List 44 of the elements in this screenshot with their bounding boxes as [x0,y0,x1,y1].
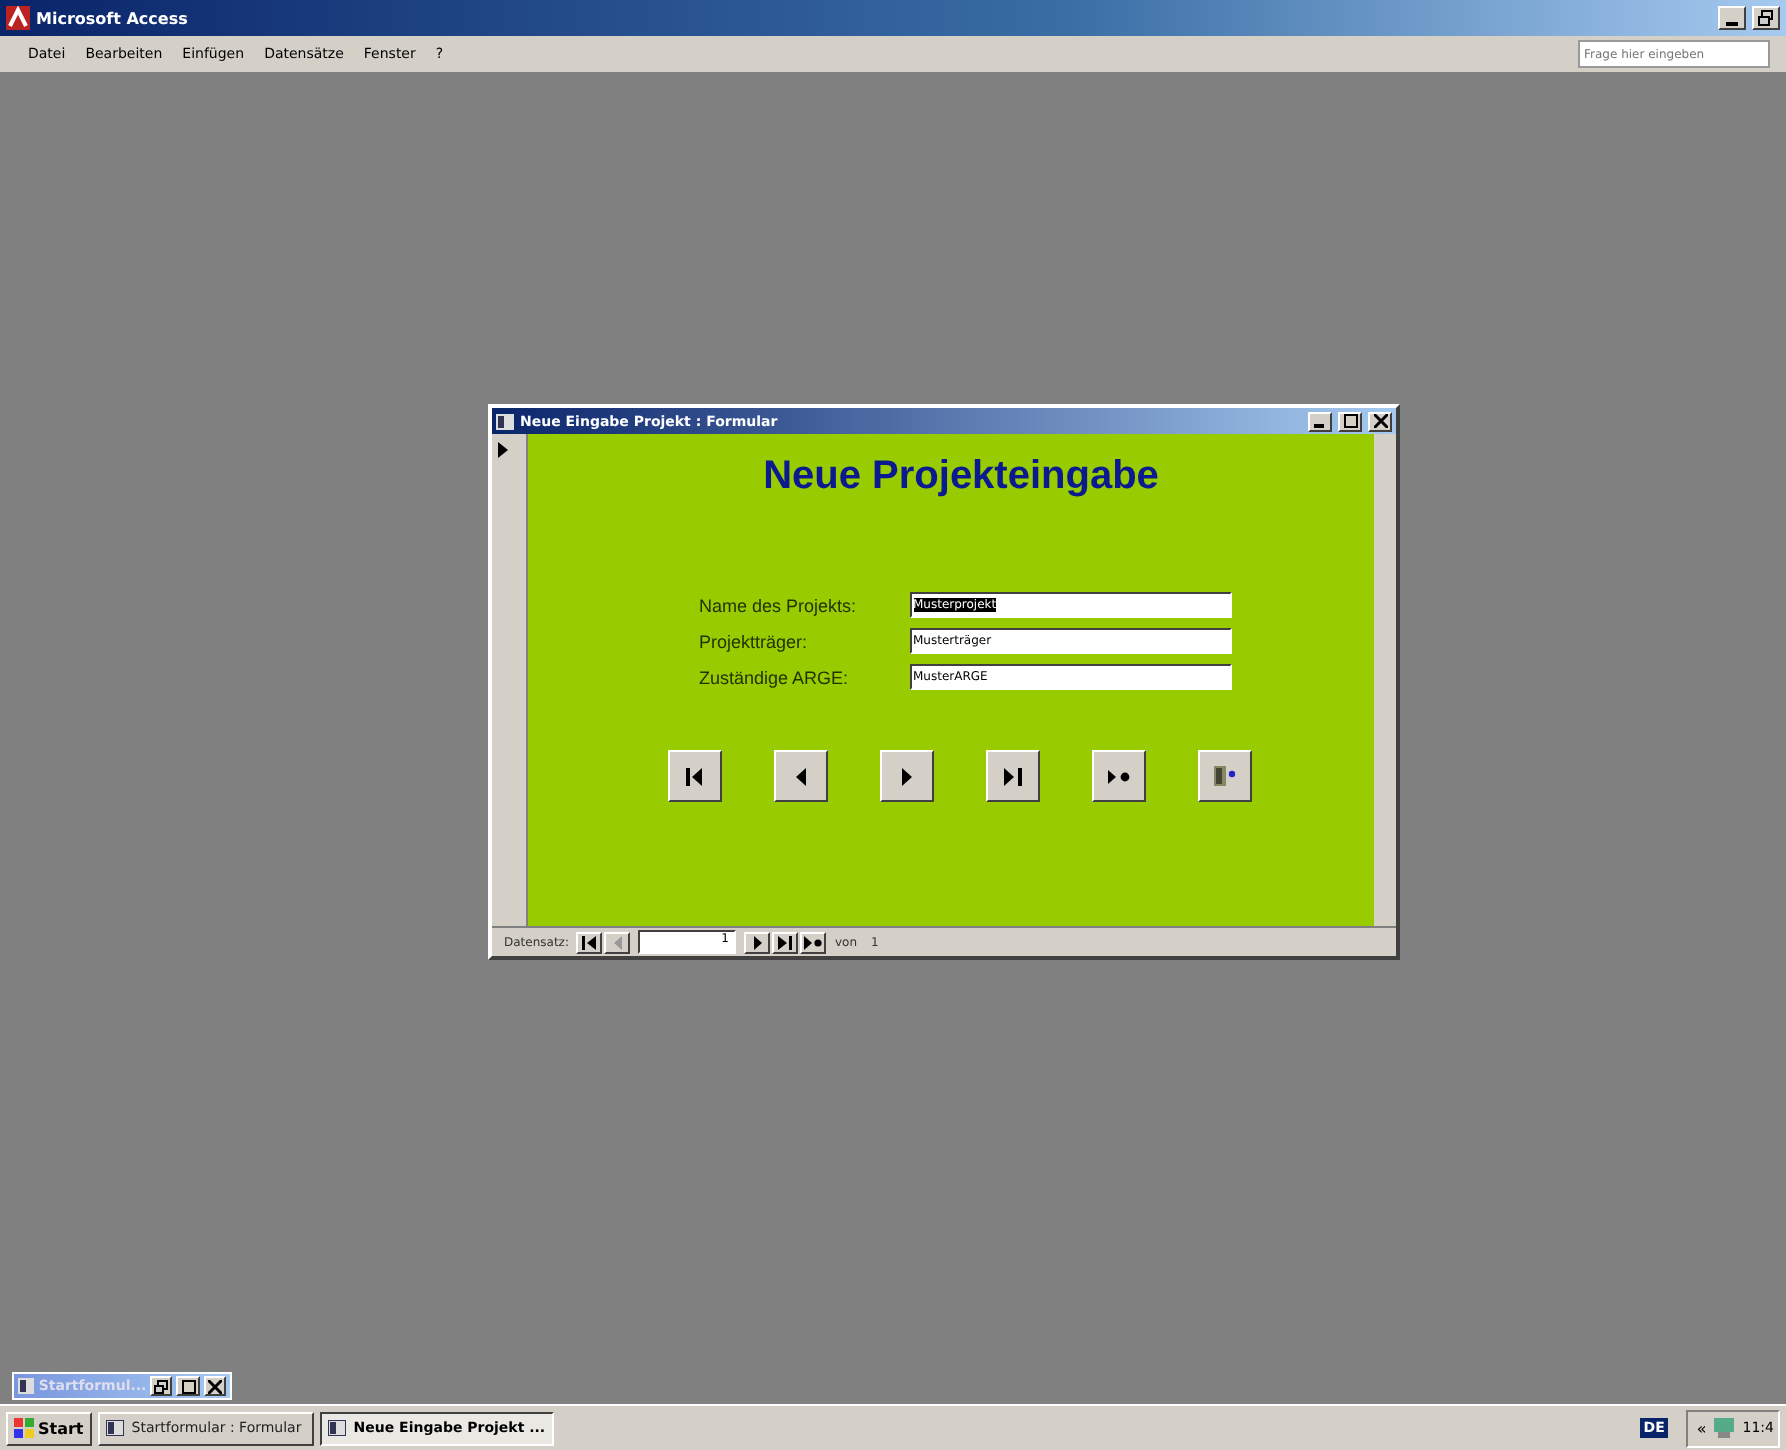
last-record-button[interactable] [985,750,1039,802]
form-icon [496,413,514,429]
first-record-button[interactable] [667,750,721,802]
new-record-icon [804,935,823,949]
field-label: Zuständige ARGE: [699,667,851,687]
first-record-icon [685,767,703,785]
form-icon [105,1420,124,1436]
new-record-button[interactable] [800,931,827,953]
maximize-button[interactable] [1338,411,1362,431]
door-icon [1212,764,1236,788]
minimize-button[interactable] [1308,411,1332,431]
maximize-button[interactable] [176,1376,200,1396]
next-icon [753,935,762,949]
last-record-icon [1003,767,1021,785]
previous-icon [795,767,805,785]
form-heading: Neue Projekteingabe [763,454,1159,500]
next-icon [901,767,911,785]
prev-record-button[interactable] [773,750,827,802]
previous-icon [613,935,622,949]
windows-logo-icon [14,1418,34,1438]
last-record-button[interactable] [772,931,799,953]
exit-button[interactable] [1197,750,1251,802]
form-icon [327,1420,346,1436]
close-button[interactable] [203,1376,227,1396]
first-record-icon [582,935,597,949]
network-icon [1712,1416,1737,1440]
new-record-icon [1107,769,1129,783]
next-record-button[interactable] [744,931,771,953]
start-button[interactable]: Start [6,1411,92,1445]
new-record-button[interactable] [1091,750,1145,802]
first-record-button[interactable] [576,931,603,953]
field-label: Projektträger: [699,631,810,651]
next-record-button[interactable] [879,750,933,802]
tray-expand-button[interactable]: « [1696,1419,1707,1437]
field-label: Name des Projekts: [699,595,859,615]
form-icon [18,1378,35,1394]
restore-button[interactable] [1752,6,1780,30]
last-record-icon [778,935,793,949]
close-button[interactable] [1368,411,1392,431]
window-title: Microsoft Access [36,9,188,27]
minimize-button[interactable] [1718,6,1746,30]
record-selector-icon [498,442,508,458]
app-icon [6,6,30,30]
restore-button[interactable] [150,1376,173,1396]
